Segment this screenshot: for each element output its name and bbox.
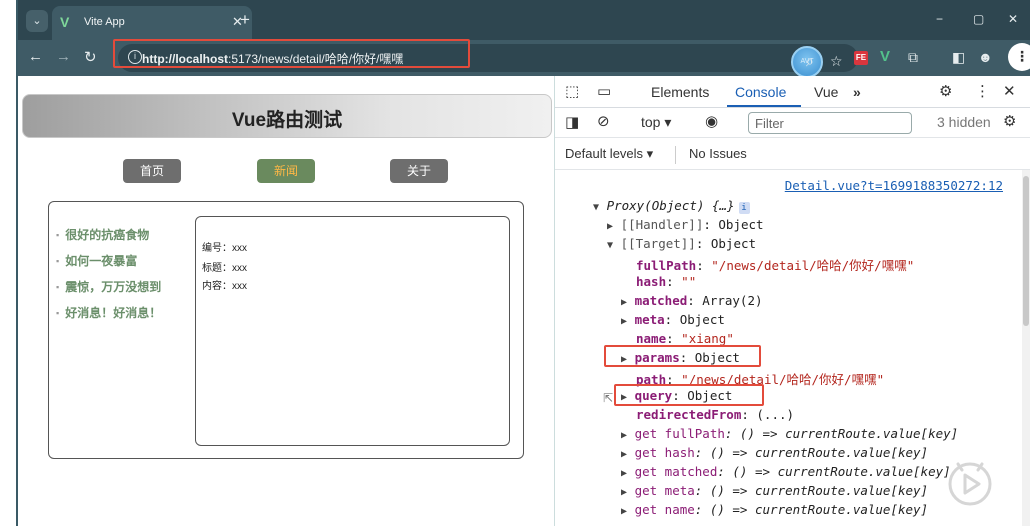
matched-row[interactable]: ▶ matched: Array(2) [621, 293, 763, 308]
window-left-edge [0, 0, 18, 526]
devtools-menu-icon[interactable]: ⋮ [975, 82, 990, 100]
getter-row[interactable]: ▶ get fullPath: () => currentRoute.value… [621, 426, 958, 441]
devtools-close-icon[interactable]: ✕ [1003, 82, 1016, 100]
page-title: Vue路由测试 [231, 110, 343, 131]
hash-row: hash: "" [636, 274, 697, 289]
divider [675, 146, 676, 164]
news-link[interactable]: 好消息！好消息！ [56, 304, 161, 330]
arrow-left-icon[interactable]: ← [28, 48, 43, 65]
sidebar-icon[interactable]: ◧ [952, 49, 965, 66]
puzzle-icon[interactable]: ⧉ [908, 49, 918, 66]
vite-logo-icon: V [60, 14, 70, 30]
news-detail-box: 编号：xxx 标题：xxx 内容：xxx [195, 216, 510, 446]
news-link[interactable]: 很好的抗癌食物 [56, 226, 161, 252]
arrow-right-icon[interactable]: → [56, 48, 71, 65]
star-icon[interactable]: ☆ [830, 53, 843, 70]
new-tab-button[interactable]: + [240, 10, 250, 30]
info-icon: i [738, 202, 750, 214]
hidden-count: 3 hidden [937, 114, 991, 130]
tab-vue[interactable]: Vue [814, 84, 838, 100]
more-icon[interactable]: ⋮ [1008, 43, 1030, 71]
issues-label[interactable]: No Issues [689, 146, 747, 161]
tab-vite-app[interactable]: V Vite App ✕ [52, 6, 252, 40]
console-settings-icon[interactable]: ⚙ [1003, 112, 1016, 130]
detail-title: 标题：xxx [202, 263, 247, 274]
settings-gear-icon[interactable]: ⚙ [939, 82, 952, 100]
tab-strip: ⌄ V Vite App ✕ + − ▢ ✕ [18, 0, 1030, 40]
filter-placeholder: Filter [755, 116, 784, 131]
news-link[interactable]: 震惊，万万没想到 [56, 278, 161, 304]
detail-id: 编号：xxx [202, 243, 247, 254]
params-highlight-box [604, 345, 761, 367]
target-row[interactable]: ▼ [[Target]]: Object [607, 236, 756, 251]
handler-row[interactable]: ▶ [[Handler]]: Object [607, 217, 764, 232]
fullpath-row: fullPath: "/news/detail/哈哈/你好/嘿嘿" [636, 258, 915, 273]
detail-content: 内容：xxx [202, 281, 247, 292]
console-toolbar: ◨ ⊘ top ▾ ◉ Filter 3 hidden ⚙ [555, 108, 1030, 138]
nav-about-button[interactable]: 关于 [390, 159, 448, 183]
inspect-element-icon[interactable]: ⬚ [565, 82, 579, 100]
proxy-object-row[interactable]: ▼ Proxy(Object) {…} i [593, 198, 750, 214]
getter-row[interactable]: ▶ get meta: () => currentRoute.value[key… [621, 483, 928, 498]
sidebar-toggle-icon[interactable]: ◨ [565, 113, 579, 131]
filter-input[interactable]: Filter [748, 112, 912, 134]
tab-title: Vite App [84, 16, 125, 28]
page-header: Vue路由测试 [22, 94, 552, 138]
window-close-icon[interactable]: ✕ [1008, 12, 1018, 26]
tab-console[interactable]: Console [735, 84, 786, 100]
scroll-thumb[interactable] [1023, 176, 1029, 326]
active-tab-indicator [727, 105, 801, 107]
maximize-icon[interactable]: ▢ [973, 12, 984, 26]
redirectedfrom-row[interactable]: redirectedFrom: (...) [636, 407, 794, 422]
device-toolbar-icon[interactable]: ▭ [597, 82, 611, 100]
query-highlight-box [614, 384, 764, 406]
news-link[interactable]: 如何一夜暴富 [56, 252, 161, 278]
reload-icon[interactable]: ↻ [84, 48, 97, 66]
getter-row[interactable]: ▶ get matched: () => currentRoute.value[… [621, 464, 951, 479]
nav-news-button[interactable]: 新闻 [257, 159, 315, 183]
tab-elements[interactable]: Elements [651, 84, 709, 100]
play-watermark-icon [948, 462, 992, 506]
more-tabs-icon[interactable]: » [853, 84, 861, 100]
vue-page: Vue路由测试 首页 新闻 关于 很好的抗癌食物 如何一夜暴富 震惊，万万没想到… [20, 76, 554, 526]
live-expression-eye-icon[interactable]: ◉ [705, 112, 718, 130]
getter-row[interactable]: ▶ get hash: () => currentRoute.value[key… [621, 445, 928, 460]
nav-home-button[interactable]: 首页 [123, 159, 181, 183]
console-scrollbar[interactable] [1022, 170, 1030, 526]
mouse-cursor-icon: ⇱ [603, 391, 614, 405]
levels-bar: Default levels ▾ No Issues [555, 138, 1030, 170]
source-link[interactable]: Detail.vue?t=1699188350272:12 [785, 178, 1003, 193]
news-list: 很好的抗癌食物 如何一夜暴富 震惊，万万没想到 好消息！好消息！ [56, 226, 161, 330]
meta-row[interactable]: ▶ meta: Object [621, 312, 725, 327]
vue-extension-icon[interactable]: V [880, 48, 890, 65]
profile-icon[interactable]: ☻ [978, 49, 993, 65]
fe-extension-icon[interactable]: FE [854, 51, 868, 65]
devtools-tabbar: ⬚ ▭ Elements Console Vue » ⚙ ⋮ ✕ [555, 76, 1030, 108]
context-select[interactable]: top ▾ [641, 114, 671, 131]
default-levels-dropdown[interactable]: Default levels ▾ [565, 146, 653, 162]
url-highlight-box [113, 39, 470, 68]
tab-search-button[interactable]: ⌄ [26, 10, 48, 32]
clear-console-icon[interactable]: ⊘ [597, 112, 610, 130]
minimize-icon[interactable]: − [936, 12, 943, 26]
name-row: name: "xiang" [636, 331, 734, 346]
zoom-icon[interactable]: ⌕ [806, 53, 814, 70]
getter-row[interactable]: ▶ get name: () => currentRoute.value[key… [621, 502, 928, 517]
